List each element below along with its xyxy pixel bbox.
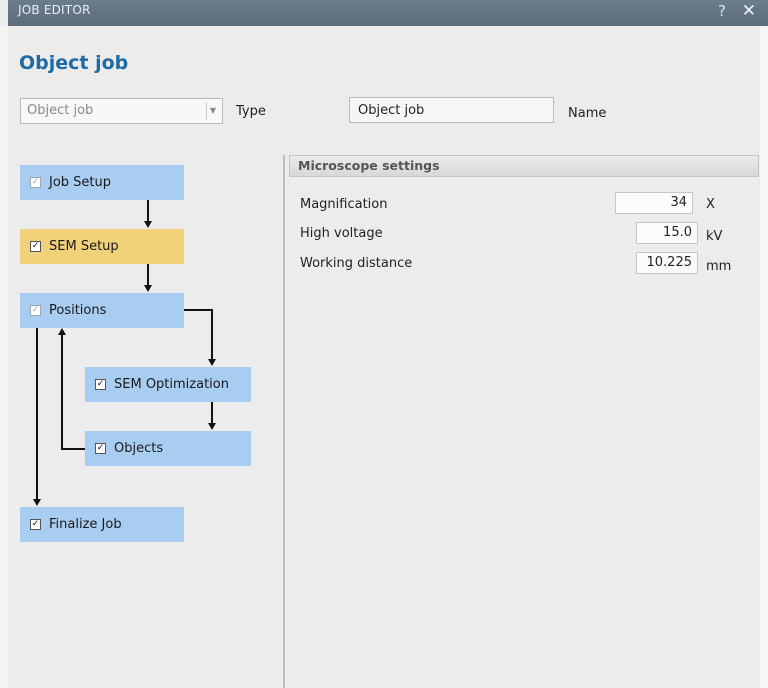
step-job-setup[interactable]: ✓ Job Setup <box>20 165 184 200</box>
magnification-unit: X <box>706 197 715 212</box>
step-sem-setup-checkbox[interactable]: ✓ <box>30 241 41 252</box>
job-name-input[interactable] <box>349 97 554 123</box>
chevron-down-icon[interactable]: ▼ <box>206 102 219 120</box>
working-distance-label: Working distance <box>300 256 413 271</box>
page-title: Object job <box>19 52 129 74</box>
close-icon[interactable]: ✕ <box>742 1 756 21</box>
step-objects-label: Objects <box>114 441 164 456</box>
job-type-value: Object job <box>27 103 94 118</box>
window-titlebar: JOB EDITOR ? ✕ <box>8 0 768 26</box>
window-right-border <box>760 26 768 688</box>
step-objects-checkbox[interactable]: ✓ <box>95 443 106 454</box>
high-voltage-input[interactable]: 15.0 <box>636 222 698 244</box>
high-voltage-label: High voltage <box>300 226 383 241</box>
window-title: JOB EDITOR <box>18 3 91 17</box>
job-type-label: Type <box>236 104 266 119</box>
step-job-setup-label: Job Setup <box>49 175 112 190</box>
step-finalize-job[interactable]: ✓ Finalize Job <box>20 507 184 542</box>
job-type-select[interactable]: Object job ▼ <box>20 98 223 124</box>
high-voltage-unit: kV <box>706 229 723 244</box>
step-sem-optimization[interactable]: ✓ SEM Optimization <box>85 367 251 402</box>
step-finalize-job-checkbox[interactable]: ✓ <box>30 519 41 530</box>
step-job-setup-checkbox[interactable]: ✓ <box>30 177 41 188</box>
step-sem-optimization-checkbox[interactable]: ✓ <box>95 379 106 390</box>
step-finalize-job-label: Finalize Job <box>49 517 122 532</box>
step-objects[interactable]: ✓ Objects <box>85 431 251 466</box>
step-sem-setup[interactable]: ✓ SEM Setup <box>20 229 184 264</box>
working-distance-unit: mm <box>706 259 732 274</box>
microscope-settings-header: Microscope settings <box>289 155 759 177</box>
magnification-label: Magnification <box>300 197 388 212</box>
help-icon[interactable]: ? <box>718 2 726 20</box>
step-positions-checkbox[interactable]: ✓ <box>30 305 41 316</box>
step-sem-optimization-label: SEM Optimization <box>114 377 229 392</box>
step-positions-label: Positions <box>49 303 107 318</box>
step-sem-setup-label: SEM Setup <box>49 239 119 254</box>
job-name-label: Name <box>568 106 607 121</box>
magnification-input[interactable]: 34 <box>615 192 693 214</box>
panel-divider <box>283 155 285 688</box>
window-left-border <box>0 26 8 688</box>
step-positions[interactable]: ✓ Positions <box>20 293 184 328</box>
working-distance-input[interactable]: 10.225 <box>636 252 698 274</box>
